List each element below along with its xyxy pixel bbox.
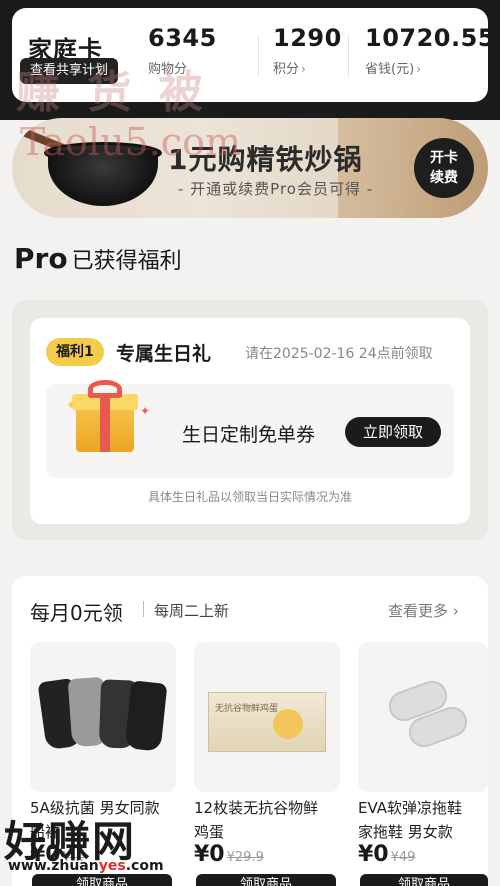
product-name-line: 鸡蛋 [194, 823, 225, 841]
stat-points[interactable]: 1290 积分 › [273, 24, 342, 77]
egg-image [273, 709, 303, 739]
product-price: ¥0 ¥29.9 [194, 842, 264, 867]
watermark-url-part: .com [125, 858, 164, 874]
gift-bow [88, 380, 122, 398]
watermark-logo-url: www.zhuanyes.com [8, 858, 164, 874]
monthly-free-title: 每月0元领 [30, 601, 123, 625]
product-price: ¥0 ¥49 [358, 842, 415, 867]
watermark-url-part: www.zhuan [8, 858, 99, 874]
confetti-icon: ✦ [140, 404, 151, 418]
watermark-top-text: 赚 货 被 [16, 67, 209, 118]
stat-divider [348, 36, 349, 76]
stat-value: 6345 [148, 24, 217, 52]
sock-image [124, 680, 168, 752]
stat-divider [258, 36, 259, 76]
page-section-title: Pro 已获得福利 [14, 242, 182, 275]
egg-box-label: 无抗谷物鲜鸡蛋 [215, 704, 279, 714]
product-name-line: 家拖鞋 男女款 [358, 823, 453, 841]
stat-savings[interactable]: 10720.55 省钱(元) › [365, 24, 495, 77]
product-card-eggs[interactable]: 无抗谷物鲜鸡蛋 [194, 642, 340, 792]
see-more-link[interactable]: 查看更多 › [388, 600, 459, 621]
price-value: ¥0 [194, 842, 225, 867]
gift-ribbon [100, 394, 110, 452]
price-value: ¥0 [358, 842, 389, 867]
benefit-deadline: 请在2025-02-16 24点前领取 [245, 346, 433, 362]
confetti-icon: ✦ [66, 398, 77, 412]
stat-value: 1290 [273, 24, 342, 52]
egg-box-image: 无抗谷物鲜鸡蛋 [208, 692, 326, 752]
claim-product-button[interactable]: 领取商品 [32, 874, 172, 886]
original-price: ¥29.9 [226, 850, 264, 865]
product-name: 12枚装无抗谷物鲜 鸡蛋 [194, 796, 318, 844]
chevron-right-icon: › [301, 62, 306, 76]
claim-now-button[interactable]: 立即领取 [345, 417, 441, 447]
open-renew-button[interactable]: 开卡 续费 [414, 138, 474, 198]
monthly-free-subtitle: 每周二上新 [154, 602, 230, 620]
claim-product-button[interactable]: 领取商品 [196, 874, 336, 886]
gift-coupon-title: 生日定制免单券 [182, 424, 316, 446]
stat-label-text: 省钱(元) [365, 62, 415, 77]
watermark-url-part: yes [98, 858, 126, 874]
gift-note: 具体生日礼品以领取当日实际情况为准 [147, 490, 352, 504]
product-card-socks[interactable] [30, 642, 176, 792]
stat-label-text: 积分 [273, 62, 300, 77]
product-name: EVA软弹凉拖鞋 家拖鞋 男女款 [358, 796, 462, 844]
open-renew-line2: 续费 [430, 170, 458, 186]
benefit-name: 专属生日礼 [116, 343, 212, 365]
stat-label: 积分 › [273, 58, 342, 77]
stat-value: 10720.55 [365, 24, 496, 52]
product-name-line: 12枚装无抗谷物鲜 [194, 799, 319, 817]
title-divider [143, 601, 144, 617]
benefit-tag: 福利1 [46, 338, 104, 366]
pro-label: Pro [14, 242, 68, 275]
claim-product-button[interactable]: 领取商品 [360, 874, 488, 886]
original-price: ¥49 [390, 850, 416, 865]
product-card-slippers[interactable] [358, 642, 488, 792]
chevron-right-icon: › [416, 62, 421, 76]
watermark-url: Taolu5.com [20, 120, 242, 164]
open-renew-line1: 开卡 [430, 150, 458, 166]
section-title-text: 已获得福利 [71, 249, 182, 274]
product-name-line: EVA软弹凉拖鞋 [358, 799, 463, 817]
banner-subtitle: - 开通或续费Pro会员可得 - [178, 180, 374, 198]
stat-label: 省钱(元) › [365, 58, 495, 77]
